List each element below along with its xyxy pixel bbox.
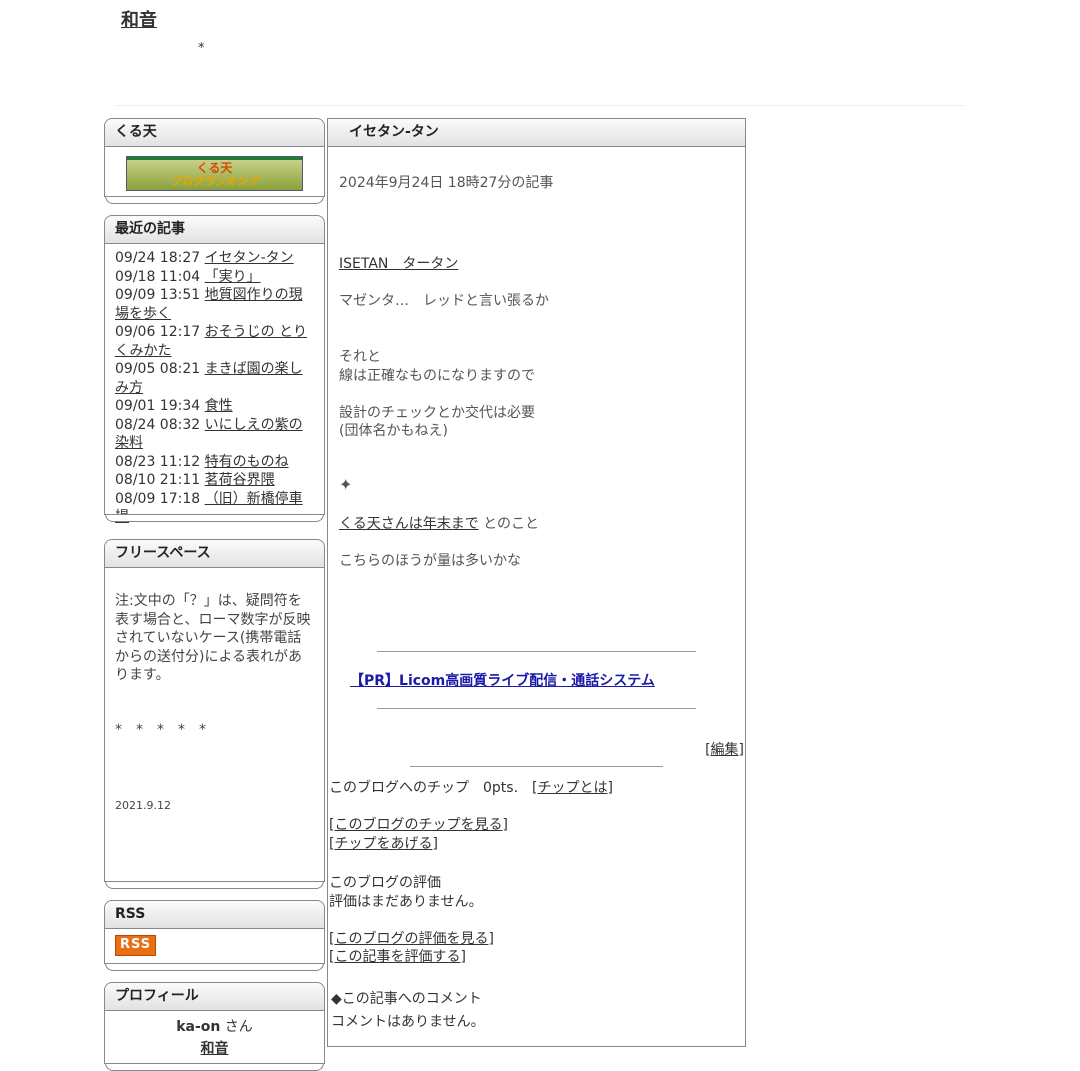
kuruten-box-title: くる天: [105, 119, 324, 147]
rating-give-link[interactable]: この記事を評価する: [334, 949, 460, 965]
list-item: 09/09 13:51 地質図作りの現場を歩く: [115, 286, 314, 323]
comment-title: ◆この記事へのコメント: [331, 991, 482, 1007]
recent-posts-list: 09/24 18:27 イセタン-タン 09/18 11:04 「実り」 09/…: [105, 244, 324, 532]
tip-text: このブログへのチップ 0pts.: [329, 780, 519, 796]
profile-box: プロフィール ka-on さん 和音: [104, 982, 325, 1071]
post-date: 09/05 08:21: [115, 361, 201, 377]
article-text-tail: とのこと: [478, 516, 540, 532]
post-date: 09/24 18:27: [115, 250, 201, 266]
article-text: 線は正確なものになりますので: [339, 368, 535, 384]
blog-subtitle: *: [198, 41, 205, 56]
free-space-stars: * * * * *: [115, 721, 206, 738]
post-link[interactable]: 食性: [205, 398, 233, 414]
article-link-isetan[interactable]: ISETAN タータン: [339, 253, 458, 273]
divider: [410, 766, 663, 767]
article-link-kuruten[interactable]: くる天さんは年末まで: [339, 516, 479, 532]
article-text: 設計のチェックとか交代は必要: [339, 405, 535, 421]
post-date: 09/06 12:17: [115, 324, 201, 340]
rss-icon[interactable]: RSS: [115, 935, 157, 956]
comment-none: コメントはありません。: [331, 1014, 485, 1030]
profile-honorific: さん: [224, 1019, 253, 1035]
box-footer: [105, 514, 324, 522]
article-text: (団体名かもねえ): [339, 423, 448, 439]
free-space-title: フリースペース: [105, 540, 324, 568]
list-item: 09/24 18:27 イセタン-タン: [115, 249, 314, 268]
post-link[interactable]: 特有のものね: [205, 454, 289, 470]
recent-posts-title: 最近の記事: [105, 216, 324, 244]
header-divider: [115, 105, 965, 106]
box-footer: [105, 196, 324, 204]
post-link[interactable]: 茗荷谷界隈: [205, 472, 275, 488]
box-footer: [105, 963, 324, 971]
profile-name: ka-on: [176, 1019, 221, 1035]
article-text: こちらのほうが量は多いかな: [339, 553, 521, 569]
article-title: イセタン-タン: [328, 119, 745, 147]
ranking-banner-label: ブログランキング: [170, 175, 259, 188]
tip-row: このブログへのチップ 0pts. [チップとは]: [329, 780, 613, 796]
list-item: 09/06 12:17 おそうじの とりくみかた: [115, 323, 314, 360]
kuruten-box: くる天 くる天 ブログランキング: [104, 118, 325, 204]
edit-control: [編集]: [705, 742, 744, 758]
list-item: 09/18 11:04 「実り」: [115, 268, 314, 287]
rating-give-row: [この記事を評価する]: [329, 949, 466, 965]
article-text: マゼンタ… レッドと言い張るか: [339, 293, 549, 309]
post-date: 08/24 08:32: [115, 416, 201, 433]
edit-link[interactable]: 編集: [711, 742, 739, 758]
free-space-date: 2021.9.12: [115, 799, 171, 812]
rss-title: RSS: [105, 901, 324, 929]
rating-title: このブログの評価: [329, 875, 441, 891]
sparkle-icon: ✦: [339, 475, 353, 494]
post-link[interactable]: イセタン-タン: [205, 250, 294, 266]
rating-none: 評価はまだありません。: [329, 894, 483, 910]
list-item: 08/23 11:12 特有のものね: [115, 453, 314, 472]
post-date: 09/18 11:04: [115, 268, 201, 285]
rating-view-row: [このブログの評価を見る]: [329, 931, 494, 947]
list-item: 09/01 19:34 食性: [115, 397, 314, 416]
pr-link[interactable]: 【PR】Licom高画質ライブ配信・通話システム: [350, 673, 655, 689]
free-space-note: 注:文中の「？」は、疑問符を表す場合と、ローマ数字が反映されていないケース(携帯…: [115, 593, 311, 683]
profile-user: ka-on さん: [115, 1016, 314, 1038]
divider: [377, 708, 696, 709]
post-date: 08/09 17:18: [115, 490, 201, 507]
tip-give-link[interactable]: チップをあげる: [334, 836, 432, 852]
post-date: 08/10 21:11: [115, 472, 201, 488]
list-item: 08/24 08:32 いにしえの紫の染料: [115, 416, 314, 453]
ranking-banner[interactable]: くる天 ブログランキング: [126, 156, 303, 191]
post-date: 09/01 19:34: [115, 398, 201, 414]
blog-title[interactable]: 和音: [121, 6, 157, 32]
tip-give-row: [チップをあげる]: [329, 836, 438, 852]
rss-box: RSS RSS: [104, 900, 325, 971]
article-text: それと: [339, 349, 381, 365]
rating-view-link[interactable]: このブログの評価を見る: [334, 931, 488, 947]
article: イセタン-タン 2024年9月24日 18時27分の記事 ISETAN タータン…: [327, 118, 746, 1047]
profile-title: プロフィール: [105, 983, 324, 1011]
tip-about-link[interactable]: チップとは: [538, 780, 608, 796]
list-item: 08/10 21:11 茗荷谷界隈: [115, 471, 314, 490]
article-posted-date: 2024年9月24日 18時27分の記事: [339, 175, 554, 191]
box-footer: [105, 881, 324, 889]
tip-view-link[interactable]: このブログのチップを見る: [334, 817, 502, 833]
divider: [377, 651, 696, 652]
article-text: くる天さんは年末まで とのこと: [339, 513, 539, 533]
profile-blog-link[interactable]: 和音: [115, 1038, 314, 1060]
tip-view-row: [このブログのチップを見る]: [329, 817, 508, 833]
recent-posts-box: 最近の記事 09/24 18:27 イセタン-タン 09/18 11:04 「実…: [104, 215, 325, 525]
list-item: 09/05 08:21 まきば園の楽しみ方: [115, 360, 314, 397]
post-date: 09/09 13:51: [115, 287, 201, 303]
free-space-box: フリースペース 注:文中の「？」は、疑問符を表す場合と、ローマ数字が反映されてい…: [104, 539, 325, 889]
post-link[interactable]: 「実り」: [205, 269, 261, 285]
post-date: 08/23 11:12: [115, 453, 201, 470]
